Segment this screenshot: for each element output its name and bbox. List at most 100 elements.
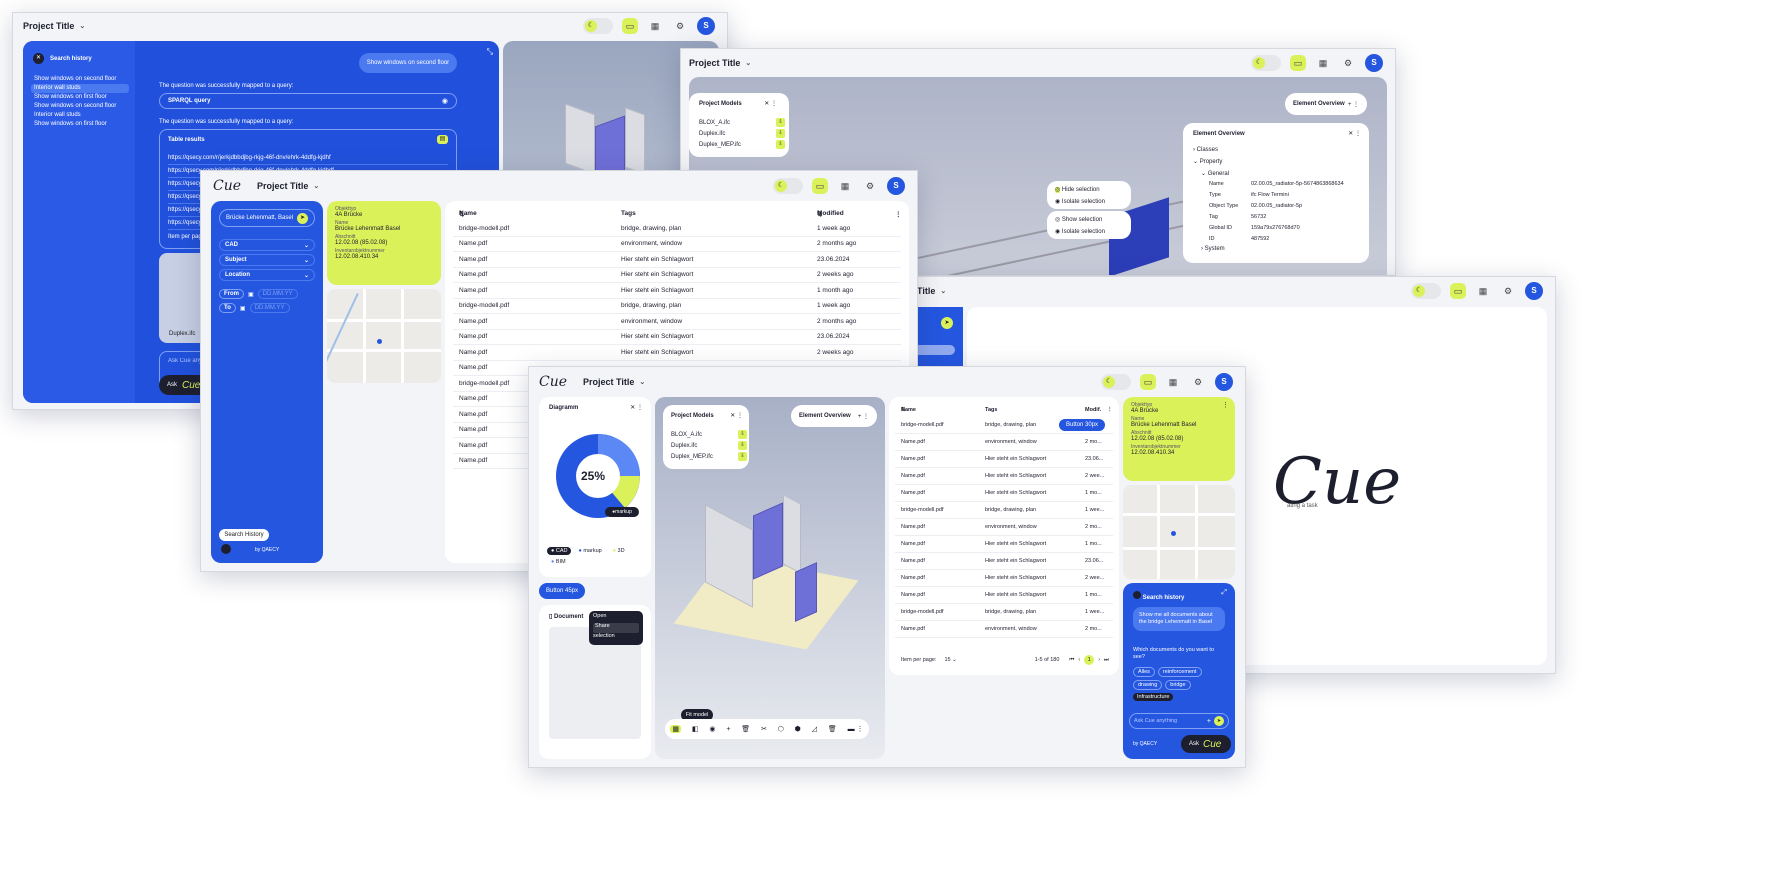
col-modified[interactable]: Modif. [1085,407,1101,413]
history-item[interactable]: Show windows on first floor [31,120,129,129]
gear-icon[interactable]: ⚙ [1500,283,1516,299]
ask-input[interactable]: Ask Cue anything + ➤ [1129,713,1229,729]
close-icon[interactable]: ✕ ⋮ [764,100,777,107]
theme-toggle[interactable]: ☾ [1101,374,1131,390]
send-icon[interactable]: ➤ [1214,716,1224,726]
theme-toggle[interactable]: ☾ [1411,283,1441,299]
eye-icon[interactable]: ◉ [709,725,715,733]
search-history-button[interactable]: Search History [219,529,269,541]
last-page-icon[interactable]: ⏭ [1104,657,1109,664]
menu-selection[interactable]: selection [593,633,639,643]
plus-icon[interactable]: + [1207,718,1211,725]
legend-chip[interactable]: ● 3D [609,547,629,555]
table-row[interactable]: bridge-modell.pdf bridge, drawing, plan 1 … [453,221,901,237]
grid-icon[interactable]: ▦ [1315,55,1331,71]
gear-icon[interactable]: ⚙ [1340,55,1356,71]
delete-icon[interactable]: 🗑 [828,725,837,733]
col-name[interactable]: Name ⇅ [459,210,477,218]
legend-chip[interactable]: ● CAD [547,547,572,555]
map-view[interactable] [1123,485,1235,579]
more-icon[interactable]: ⋮ [1107,407,1113,413]
download-icon[interactable]: ⇩ [738,430,747,439]
theme-toggle[interactable]: ☾ [1251,55,1281,71]
gear-icon[interactable]: ⚙ [862,178,878,194]
table-row[interactable]: Name.pdf Hier steht ein Schlagwort 2 weeks… [453,268,901,283]
history-item[interactable]: Show windows on second floor [31,75,129,84]
theme-toggle[interactable]: ☾ [773,178,803,194]
gear-icon[interactable]: ⚙ [672,18,688,34]
fit-icon[interactable]: ▦ [670,725,682,733]
avatar[interactable]: S [1215,373,1233,391]
cube-icon[interactable]: ⬡ [778,725,784,733]
project-title-menu[interactable]: Title ⌄ [917,286,946,296]
download-icon[interactable]: ⇩ [738,441,747,450]
suggestion-chip[interactable]: drawing [1133,680,1163,690]
model-row[interactable]: Duplex.ifc ⇩ [699,128,785,139]
table-row[interactable]: Name.pdf environment, window 2 mo... [895,519,1113,536]
gear-icon[interactable]: ⚙ [1190,374,1206,390]
element-overview-button[interactable]: Element Overview + ⋮ [791,405,877,427]
button-30px[interactable]: Button 30px [1059,419,1105,431]
menu-open[interactable]: Open [593,613,639,623]
table-row[interactable]: Name.pdf Hier steht ein Schlagwort 23.06.2… [453,252,901,268]
send-icon[interactable]: ➤ [941,317,953,329]
close-icon[interactable]: ✕ ⋮ [730,412,743,419]
project-title-menu[interactable]: Project Title ⌄ [257,181,319,191]
folder-icon[interactable]: ▭ [1290,55,1306,71]
legend-chip[interactable]: ● markup [574,547,605,555]
menu-share[interactable]: Share [593,623,639,633]
measure-icon[interactable]: ◿ [812,725,817,733]
grid-icon[interactable]: ▦ [1165,374,1181,390]
viewer-3d[interactable]: Project Models ✕ ⋮ BLOX_A.ifc ⇩ Duplex.ifc… [655,397,885,759]
table-row[interactable]: Name.pdf Hier steht ein Schlagwort 2 wee..… [895,570,1113,587]
search-field[interactable]: Brücke Lehenmatt, Basel ➤ [219,209,315,227]
ask-button[interactable]: Ask Cue [1181,735,1231,753]
close-icon[interactable]: ✕ ⋮ [1348,130,1361,137]
download-icon[interactable]: ⇩ [738,452,747,461]
suggestion-chip[interactable]: reinforcement [1157,667,1202,677]
hide-selection[interactable]: ◎ Hide selection [1055,186,1100,193]
history-item[interactable]: Show windows on second floor [31,102,129,111]
table-row[interactable]: Name.pdf Hier steht ein Schlagwort 23.06.2… [453,330,901,345]
folder-icon[interactable]: ▭ [622,18,638,34]
col-tags[interactable]: Tags [985,407,997,413]
model-row[interactable]: Duplex_MEP.ifc ⇩ [699,139,785,150]
more-icon[interactable]: ⋮ [895,210,902,218]
table-row[interactable]: Name.pdf Hier steht ein Schlagwort 1 mo... [895,536,1113,553]
project-title-menu[interactable]: Project Title ⌄ [689,58,751,68]
element-overview-button[interactable]: Element Overview + ⋮ [1285,93,1367,115]
col-modified[interactable]: Modified ⇅ [817,210,844,218]
download-icon[interactable]: ⇩ [776,129,785,138]
from-date[interactable]: From ▣ DD.MM.YY [219,289,298,299]
table-icon[interactable]: ▤ [437,135,448,144]
scissors-icon[interactable]: ✂ [761,725,767,733]
close-icon[interactable]: ✕ [33,53,44,64]
theme-toggle[interactable]: ☾ [583,18,613,34]
table-row[interactable]: Name.pdf Hier steht ein Schlagwort 1 mo... [895,587,1113,604]
project-title-menu[interactable]: Project Title ⌄ [23,21,85,31]
isolate-selection[interactable]: ◉ Isolate selection [1055,228,1105,235]
sparql-field[interactable]: SPARQL query ◉ [159,93,457,109]
tree-property[interactable]: ⌄ Property [1193,158,1222,165]
next-page-icon[interactable]: › [1098,657,1100,663]
table-row[interactable]: Name.pdf Hier steht ein Schlagwort 23.06..… [895,553,1113,570]
plus-icon[interactable]: + [726,726,730,733]
avatar[interactable]: S [1525,282,1543,300]
send-icon[interactable]: ➤ [297,212,308,224]
filter-dropdown[interactable]: Subject ⌄ [219,254,315,266]
trash-icon[interactable]: 🗑 [741,725,750,733]
close-icon[interactable]: ✕ ⋮ [630,404,643,411]
avatar[interactable]: S [887,177,905,195]
filter-select[interactable] [913,345,955,355]
more-icon[interactable]: ⋮ [1222,401,1229,409]
suggestion-chip[interactable]: Infrastructure [1133,693,1174,701]
filter-dropdown[interactable]: Location ⌄ [219,269,315,281]
ipp-select[interactable]: 15 ⌄ [944,657,956,663]
select-icon[interactable]: ◧ [692,725,699,733]
download-icon[interactable]: ⇩ [776,118,785,127]
model-row[interactable]: Duplex_MEP.ifc ⇩ [671,451,747,462]
cube-solid-icon[interactable]: ⬢ [795,725,801,733]
table-row[interactable]: bridge-modell.pdf bridge, drawing, plan 1 … [895,604,1113,621]
expand-icon[interactable]: ⤢ [1221,589,1227,597]
table-row[interactable]: Name.pdf environment, window 2 mo... [895,434,1113,451]
